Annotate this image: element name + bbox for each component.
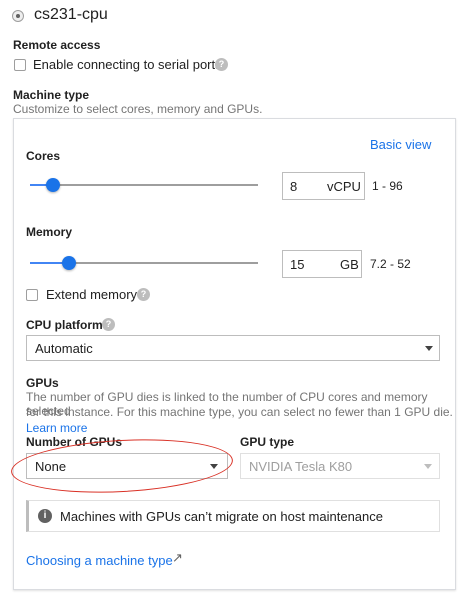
gpu-type-label: GPU type: [240, 435, 295, 449]
help-icon[interactable]: ?: [215, 58, 228, 71]
gpus-description-line2: for this instance. For this machine type…: [26, 405, 453, 419]
info-icon: i: [38, 509, 52, 523]
cores-label: Cores: [26, 149, 61, 163]
external-link-icon[interactable]: ↗: [172, 550, 183, 566]
cores-slider-track[interactable]: [30, 184, 258, 186]
help-icon[interactable]: ?: [137, 288, 150, 301]
cores-value: 8: [290, 179, 298, 194]
choosing-machine-type-link[interactable]: Choosing a machine type: [26, 553, 173, 568]
chevron-down-icon: [425, 346, 433, 351]
memory-label: Memory: [26, 225, 73, 239]
machine-type-title: Machine type: [13, 88, 90, 102]
cpu-platform-value: Automatic: [35, 341, 93, 356]
cores-slider-thumb[interactable]: [46, 178, 60, 192]
chevron-down-icon: [424, 464, 432, 469]
serial-ports-label[interactable]: Enable connecting to serial ports: [33, 57, 222, 72]
cpu-platform-select[interactable]: Automatic: [26, 335, 440, 361]
memory-slider-thumb[interactable]: [62, 256, 76, 270]
extend-memory-checkbox[interactable]: [26, 289, 38, 301]
gpu-type-value: NVIDIA Tesla K80: [249, 459, 353, 474]
memory-range: 7.2 - 52: [370, 257, 411, 271]
remote-access-title: Remote access: [13, 38, 101, 52]
help-icon[interactable]: ?: [102, 318, 115, 331]
gpu-type-select[interactable]: NVIDIA Tesla K80: [240, 453, 440, 479]
memory-input[interactable]: 15 GB: [282, 250, 362, 278]
memory-unit: GB: [340, 257, 359, 272]
cores-input[interactable]: 8 vCPU: [282, 172, 365, 200]
instance-name: cs231-cpu: [34, 6, 108, 23]
learn-more-link[interactable]: Learn more: [26, 421, 87, 435]
gpus-title: GPUs: [26, 376, 59, 390]
notice-text: Machines with GPUs can’t migrate on host…: [60, 509, 383, 524]
basic-view-link[interactable]: Basic view: [370, 137, 431, 152]
serial-ports-checkbox[interactable]: [14, 59, 26, 71]
extend-memory-label[interactable]: Extend memory: [46, 287, 137, 302]
instance-status-icon: [12, 10, 24, 22]
gpu-migration-notice: i Machines with GPUs can’t migrate on ho…: [26, 500, 440, 532]
machine-type-subtitle: Customize to select cores, memory and GP…: [13, 102, 263, 116]
cores-range: 1 - 96: [372, 179, 403, 193]
cores-unit: vCPU: [327, 179, 361, 194]
cpu-platform-label: CPU platform: [26, 318, 103, 332]
memory-value: 15: [290, 257, 305, 272]
